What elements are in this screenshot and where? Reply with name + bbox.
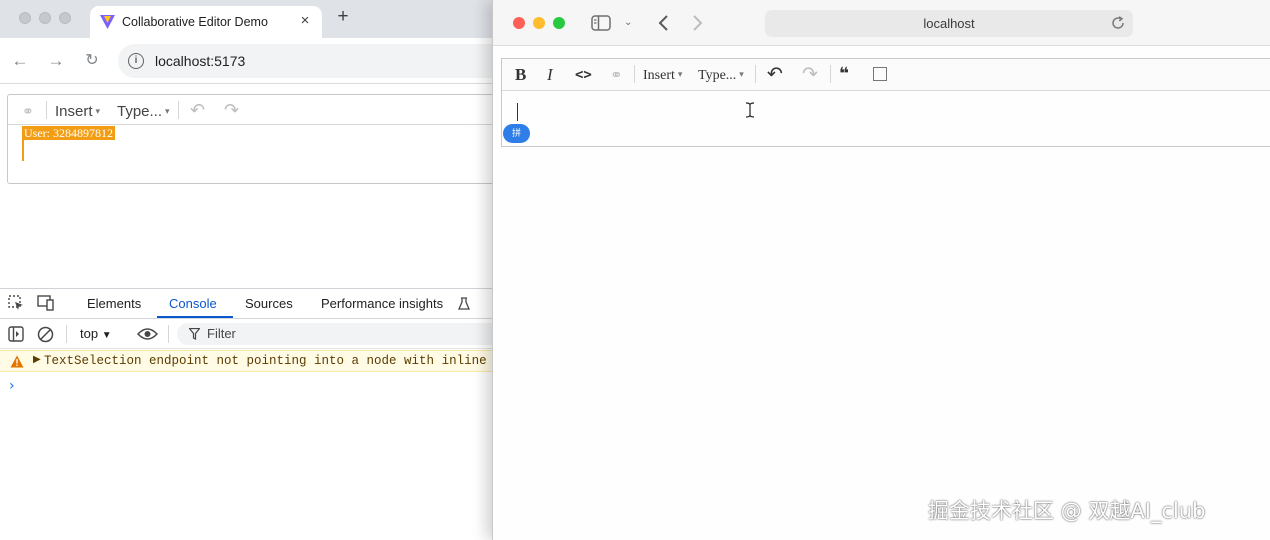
tab-performance-insights[interactable]: Performance insights (321, 296, 443, 311)
chevron-down-icon: ▾ (165, 106, 170, 116)
tab-close-icon[interactable]: × (296, 12, 314, 30)
expand-triangle-icon[interactable]: ▶ (33, 354, 41, 365)
zoom-window-button[interactable] (59, 12, 71, 24)
console-warning-row[interactable]: ▶ TextSelection endpoint not pointing in… (0, 350, 495, 372)
address-bar[interactable]: localhost (765, 10, 1133, 37)
console-toolbar: top ▼ Filter (0, 319, 495, 349)
new-tab-button[interactable]: + (333, 7, 353, 27)
tab-sources[interactable]: Sources (245, 296, 293, 311)
device-toolbar-icon[interactable] (37, 295, 55, 311)
editor-toolbar: B I <> ⚭ Insert ▾ Type... ▾ ↶ ↷ ❝ (502, 59, 1270, 91)
chrome-tabstrip: Collaborative Editor Demo × + (0, 0, 495, 38)
watermark-text: 掘金技术社区 @ 双越AI_club (928, 499, 1206, 523)
toolbar-divider (46, 101, 47, 119)
sidebar-toggle-icon[interactable] (8, 326, 24, 342)
blockquote-button[interactable]: ❝ (839, 64, 849, 84)
toolbar-divider (634, 65, 635, 83)
page-content: ⚭ Insert ▾ Type... ▾ ↶ ↷ User: 3284897812 (0, 85, 495, 288)
back-icon[interactable] (657, 14, 669, 32)
remote-user-label: User: 3284897812 (22, 126, 115, 140)
devtools-tabs: Elements Console Sources Performance ins… (0, 289, 495, 319)
console-prompt[interactable]: › (9, 378, 15, 394)
address-bar[interactable]: i localhost:5173 (118, 44, 495, 78)
text-cursor (517, 103, 518, 121)
type-dropdown-label: Type... (117, 103, 163, 120)
insert-dropdown-label: Insert (55, 103, 93, 120)
close-window-button[interactable] (513, 17, 525, 29)
inspect-element-icon[interactable] (8, 295, 24, 311)
clear-console-icon[interactable] (37, 326, 54, 343)
toolbar-divider (66, 325, 67, 343)
remote-user-cursor (22, 139, 24, 161)
tab-console[interactable]: Console (169, 296, 217, 311)
chrome-window: Collaborative Editor Demo × + ← → ↻ i lo… (0, 0, 495, 540)
safari-window: ⌄ localhost B I <> ⚭ Insert ▾ Type... ▾ ↶ … (492, 0, 1270, 540)
filter-placeholder: Filter (207, 326, 236, 341)
italic-button[interactable]: I (547, 65, 553, 85)
vite-favicon-icon (100, 15, 115, 29)
reload-icon[interactable] (1111, 16, 1125, 30)
editor-toolbar: ⚭ Insert ▾ Type... ▾ ↶ ↷ (8, 95, 495, 125)
forward-button[interactable]: → (45, 50, 67, 72)
context-selector-label: top (80, 326, 99, 341)
address-bar-url[interactable]: localhost:5173 (155, 53, 245, 69)
forward-icon[interactable] (692, 14, 704, 32)
safari-titlebar: ⌄ localhost (493, 0, 1270, 46)
back-button[interactable]: ← (9, 50, 31, 72)
ibeam-cursor-icon (745, 102, 755, 118)
bold-button[interactable]: B (515, 65, 526, 85)
tab-elements[interactable]: Elements (87, 296, 141, 311)
zoom-window-button[interactable] (553, 17, 565, 29)
reload-button[interactable]: ↻ (81, 50, 103, 72)
type-dropdown-label: Type... (698, 68, 737, 83)
redo-icon[interactable]: ↷ (802, 63, 818, 85)
toolbar-divider (755, 65, 756, 83)
link-icon[interactable]: ⚭ (610, 66, 623, 85)
checkbox-button[interactable] (873, 67, 887, 81)
toolbar-divider (178, 101, 179, 119)
insert-dropdown-label: Insert (643, 68, 675, 83)
input-method-badge: 拼 (503, 124, 530, 143)
collab-editor[interactable]: B I <> ⚭ Insert ▾ Type... ▾ ↶ ↷ ❝ 拼 (501, 58, 1270, 147)
collab-editor[interactable]: ⚭ Insert ▾ Type... ▾ ↶ ↷ User: 3284897812 (7, 94, 495, 184)
chevron-down-icon: ▾ (739, 69, 744, 79)
address-bar-url[interactable]: localhost (765, 16, 1133, 31)
browser-tab[interactable]: Collaborative Editor Demo × (90, 6, 322, 38)
chevron-down-icon: ▾ (677, 69, 683, 79)
experiment-flask-icon (458, 297, 470, 310)
minimize-window-button[interactable] (533, 17, 545, 29)
filter-icon (189, 328, 200, 340)
active-tab-indicator (157, 316, 233, 318)
tab-title: Collaborative Editor Demo (122, 15, 268, 29)
insert-dropdown[interactable]: Insert ▾ (643, 68, 682, 84)
close-window-button[interactable] (19, 12, 31, 24)
minimize-window-button[interactable] (39, 12, 51, 24)
live-expression-eye-icon[interactable] (137, 327, 158, 341)
warning-icon (10, 355, 24, 368)
insert-dropdown[interactable]: Insert ▾ (55, 103, 100, 120)
chevron-down-icon: ▾ (95, 106, 101, 116)
redo-icon[interactable]: ↷ (224, 100, 239, 121)
type-dropdown[interactable]: Type... ▾ (698, 68, 744, 84)
chevron-down-icon[interactable]: ⌄ (624, 13, 632, 33)
undo-icon[interactable]: ↶ (190, 100, 205, 121)
toolbar-divider (830, 65, 831, 83)
sidebar-icon[interactable] (591, 15, 611, 31)
undo-icon[interactable]: ↶ (767, 63, 783, 85)
site-info-icon[interactable]: i (128, 53, 144, 69)
devtools-panel: Elements Console Sources Performance ins… (0, 288, 495, 540)
code-button[interactable]: <> (575, 67, 592, 83)
chevron-down-icon: ▼ (101, 330, 112, 341)
toolbar-divider (168, 325, 169, 343)
link-icon[interactable]: ⚭ (22, 103, 34, 120)
chrome-toolbar: ← → ↻ i localhost:5173 (0, 38, 495, 84)
warning-message: TextSelection endpoint not pointing into… (44, 354, 495, 368)
console-filter-input[interactable]: Filter (177, 323, 495, 345)
context-selector[interactable]: top ▼ (80, 326, 112, 341)
type-dropdown[interactable]: Type... ▾ (117, 103, 170, 120)
